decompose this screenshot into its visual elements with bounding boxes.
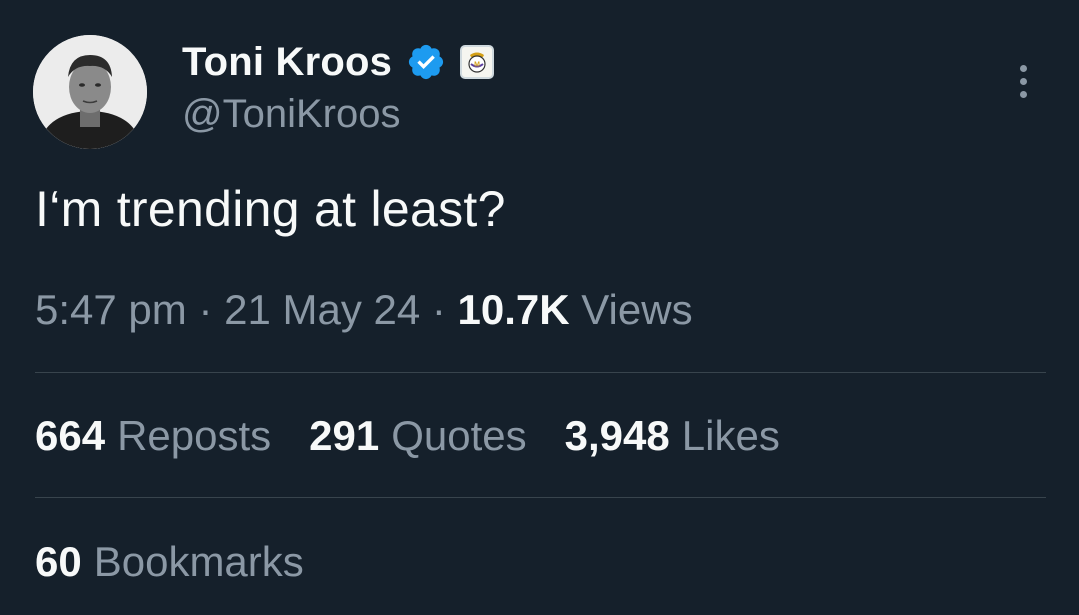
quotes-label: Quotes	[391, 412, 527, 459]
bookmarks-stat-inner: 60 Bookmarks	[35, 538, 304, 585]
more-dot	[1019, 64, 1027, 72]
quotes-stat[interactable]: 291 Quotes	[309, 412, 527, 460]
verified-badge-icon[interactable]	[406, 42, 446, 82]
author-name-row: Toni Kroos M	[182, 36, 495, 88]
real-madrid-crest-icon[interactable]: M	[460, 45, 495, 79]
tweet-time[interactable]: 5:47 pm	[35, 286, 187, 333]
reposts-stat[interactable]: 664 Reposts	[35, 412, 271, 460]
tweet-meta: 5:47 pm · 21 May 24 · 10.7K Views	[35, 286, 693, 334]
tweet-text: I‘m trending at least?	[35, 181, 506, 237]
display-name[interactable]: Toni Kroos	[182, 40, 392, 85]
avatar-photo	[33, 35, 147, 149]
reposts-count: 664	[35, 412, 106, 459]
bookmarks-label: Bookmarks	[93, 538, 304, 585]
more-dot	[1019, 77, 1027, 85]
engagement-stats: 664 Reposts 291 Quotes 3,948 Likes	[35, 412, 818, 460]
likes-label: Likes	[681, 412, 780, 459]
likes-count: 3,948	[564, 412, 670, 459]
quotes-count: 291	[309, 412, 380, 459]
likes-stat[interactable]: 3,948 Likes	[565, 412, 780, 460]
views-count: 10.7K	[457, 286, 570, 333]
author-handle[interactable]: @ToniKroos	[182, 92, 400, 137]
avatar[interactable]	[33, 35, 147, 149]
bookmarks-stat[interactable]: 60 Bookmarks	[35, 538, 304, 586]
meta-separator: ·	[431, 286, 458, 333]
divider	[35, 372, 1046, 373]
more-vertical-icon[interactable]	[1003, 58, 1043, 104]
bookmarks-count: 60	[35, 538, 82, 585]
divider	[35, 497, 1046, 498]
meta-separator: ·	[198, 286, 225, 333]
tweet-date[interactable]: 21 May 24	[224, 286, 420, 333]
more-dot	[1019, 90, 1027, 98]
svg-text:M: M	[474, 62, 480, 69]
views-label: Views	[581, 286, 693, 333]
tweet-detail: Toni Kroos M @ToniKroos I‘m trending at …	[0, 0, 1079, 615]
reposts-label: Reposts	[117, 412, 272, 459]
